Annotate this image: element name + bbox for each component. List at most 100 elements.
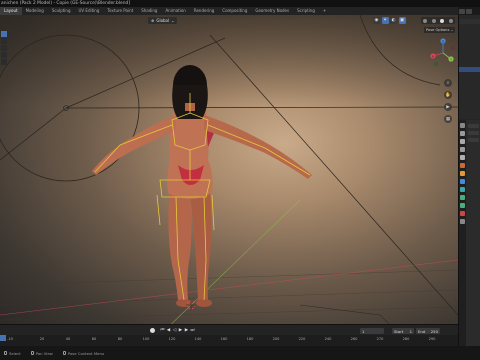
material-tab-icon[interactable] (460, 211, 465, 216)
3d-viewport[interactable]: ⊕ Global ⌄ ◉ ✦ ◐ ▣ Pose Options ⌄ Z X Y … (0, 15, 458, 335)
rotate-tool-icon[interactable] (1, 52, 7, 58)
texture-tab-icon[interactable] (460, 219, 465, 224)
right-panel (458, 15, 480, 347)
playback-controls: ⏮ ◀ ◁ ▶ ▶ ⏭ (150, 328, 195, 333)
navigation-buttons: ⌕ ✋ ▶ ▦ (444, 79, 452, 123)
xray-toggle-icon[interactable]: ▣ (398, 17, 406, 24)
tab-layout[interactable]: Layout (0, 7, 22, 15)
solid-shading-icon[interactable] (431, 18, 436, 23)
ruler-tick: 260 (350, 337, 358, 341)
chevron-down-icon: ⌄ (171, 18, 175, 23)
play-icon[interactable]: ▶ (178, 328, 183, 333)
globe-icon: ⊕ (151, 18, 155, 23)
tab-sculpting[interactable]: Sculpting (48, 7, 75, 15)
world-tab-icon[interactable] (460, 163, 465, 168)
tab-geometry-nodes[interactable]: Geometry Nodes (251, 7, 293, 15)
status-bar: Select Pan View Pose Context Menu (0, 346, 480, 360)
mouse-left-icon (4, 351, 7, 355)
properties-body (468, 124, 479, 142)
mouse-middle-icon (30, 351, 34, 355)
ruler-tick: 240 (324, 337, 332, 341)
navigation-gizmo[interactable]: Z X Y (430, 36, 456, 70)
eye-icon[interactable]: ◉ (373, 17, 380, 24)
shading-mode-group[interactable] (421, 17, 455, 24)
ruler-tick: 100 (142, 337, 150, 341)
tab-shading[interactable]: Shading (137, 7, 161, 15)
start-frame-value: 1 (409, 328, 412, 334)
tab-animation[interactable]: Animation (161, 7, 189, 15)
transform-orientation-dropdown[interactable]: ⊕ Global ⌄ (148, 17, 178, 24)
prev-keyframe-icon[interactable]: ◀ (166, 328, 171, 333)
y-axis-label: Y (450, 57, 452, 61)
property-row[interactable] (468, 131, 479, 135)
ruler-tick: 160 (220, 337, 228, 341)
transform-orientation-value: Global (156, 18, 170, 23)
next-keyframe-icon[interactable]: ▶ (184, 328, 189, 333)
move-tool-icon[interactable] (1, 45, 7, 51)
hand-icon[interactable]: ✋ (444, 91, 452, 99)
ruler-tick: 60 (91, 337, 97, 341)
tab-texture-paint[interactable]: Texture Paint (103, 7, 137, 15)
end-frame-field[interactable]: End 250 (416, 328, 440, 334)
gizmo-toggle-icon[interactable]: ✦ (381, 17, 389, 24)
scene-selector[interactable] (458, 7, 480, 15)
particles-tab-icon[interactable] (460, 187, 465, 192)
ruler-tick: 200 (272, 337, 280, 341)
ruler-tick: 140 (194, 337, 202, 341)
grid-icon[interactable]: ▦ (444, 115, 452, 123)
outliner[interactable] (459, 15, 480, 119)
window-title: anichen (Pack 2 Model) - Copie (GE-Sourc… (1, 1, 131, 6)
play-reverse-icon[interactable]: ◁ (172, 328, 177, 333)
property-row[interactable] (468, 138, 479, 142)
tab-uv-editing[interactable]: UV Editing (75, 7, 104, 15)
camera-icon[interactable]: ▶ (444, 103, 452, 111)
object-tab-icon[interactable] (460, 171, 465, 176)
select-tool-icon[interactable] (1, 31, 7, 37)
add-workspace-button[interactable]: + (319, 7, 330, 15)
ruler-tick: 180 (246, 337, 254, 341)
current-frame-field[interactable]: 1 (360, 328, 384, 334)
tab-modeling[interactable]: Modeling (22, 7, 48, 15)
ruler-tick: 280 (402, 337, 410, 341)
material-preview-icon[interactable] (440, 18, 445, 23)
outliner-row-selected[interactable] (459, 67, 480, 72)
view-layer-tab-icon[interactable] (460, 147, 465, 152)
scene-tab-icon[interactable] (460, 155, 465, 160)
ruler-tick: -10 (7, 337, 13, 341)
end-frame-value: 250 (430, 328, 438, 334)
scale-tool-icon[interactable] (1, 59, 7, 65)
rendered-shading-icon[interactable] (448, 18, 453, 23)
tab-scripting[interactable]: Scripting (293, 7, 319, 15)
scene-icon (459, 8, 465, 14)
constraints-tab-icon[interactable] (460, 203, 465, 208)
tool-tab-icon[interactable] (460, 123, 465, 128)
jump-end-icon[interactable]: ⏭ (190, 328, 195, 333)
pose-options-label: Pose Options (426, 28, 450, 32)
outliner-row[interactable] (459, 19, 480, 24)
jump-start-icon[interactable]: ⏮ (160, 328, 165, 333)
ruler-tick: 80 (117, 337, 123, 341)
property-row[interactable] (468, 124, 479, 128)
outliner-row[interactable] (459, 25, 480, 30)
tab-rendering[interactable]: Rendering (190, 7, 218, 15)
start-frame-field[interactable]: Start 1 (392, 328, 414, 334)
viewport-overlay (0, 15, 458, 335)
wireframe-shading-icon[interactable] (423, 18, 428, 23)
render-tab-icon[interactable] (460, 131, 465, 136)
overlay-icon[interactable]: ◐ (390, 17, 397, 24)
zoom-icon[interactable]: ⌕ (444, 79, 452, 87)
tool-shelf (1, 31, 7, 65)
timeline-ruler[interactable]: -10 20 40 60 80 100 120 140 160 180 200 … (0, 335, 458, 346)
cursor-tool-icon[interactable] (1, 38, 7, 44)
current-frame-value: 1 (362, 328, 365, 334)
physics-tab-icon[interactable] (460, 195, 465, 200)
output-tab-icon[interactable] (460, 139, 465, 144)
character-model (92, 65, 312, 307)
pose-options-dropdown[interactable]: Pose Options ⌄ (424, 27, 456, 33)
record-icon[interactable] (150, 328, 155, 333)
modifier-tab-icon[interactable] (460, 179, 465, 184)
playhead[interactable] (0, 335, 6, 341)
tab-compositing[interactable]: Compositing (218, 7, 251, 15)
properties-editor[interactable] (459, 120, 480, 347)
view-layer-icon (466, 8, 472, 14)
